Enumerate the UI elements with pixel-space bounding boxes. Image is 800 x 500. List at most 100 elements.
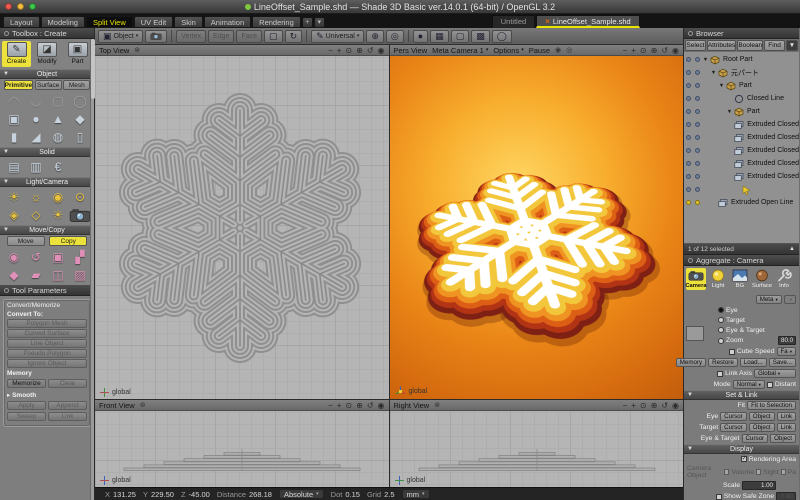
- render-toggle[interactable]: [693, 70, 702, 75]
- target-link-button[interactable]: Link: [777, 423, 796, 432]
- close-tab-icon[interactable]: ×: [545, 17, 550, 26]
- numeric-copy-tool[interactable]: ◆: [3, 266, 25, 284]
- aggregate-tab-bg[interactable]: BG: [730, 268, 750, 290]
- absolute-dropdown[interactable]: Absolute▾: [279, 489, 324, 499]
- workspace-tab-rendering[interactable]: Rendering: [252, 16, 301, 28]
- cylinder-tool[interactable]: ▮: [3, 128, 25, 146]
- viewport-label[interactable]: Front View: [99, 401, 135, 410]
- pan-icon[interactable]: ⊕: [356, 401, 363, 410]
- pivot-tool-button[interactable]: ⊕: [366, 30, 384, 43]
- viewport-label[interactable]: Pers View: [394, 46, 428, 55]
- render-toggle[interactable]: [693, 135, 702, 140]
- tree-row[interactable]: ▼Part: [684, 79, 799, 92]
- visibility-toggle[interactable]: [684, 174, 693, 179]
- workspace-tab-modeling[interactable]: Modeling: [41, 16, 85, 28]
- zoom-value-input[interactable]: 80.0: [778, 336, 796, 345]
- camera-restore-button[interactable]: Restore: [708, 358, 738, 367]
- solid-text-tool[interactable]: €: [47, 158, 69, 176]
- pan-icon[interactable]: ⊕: [651, 401, 658, 410]
- tree-row[interactable]: Closed Line: [684, 92, 799, 105]
- visibility-toggle[interactable]: [684, 57, 693, 62]
- solid-cup-tool[interactable]: ▥: [25, 158, 47, 176]
- visibility-toggle[interactable]: [684, 70, 693, 75]
- tab-menu-button[interactable]: ▾: [314, 17, 325, 28]
- move-copy-copy-button[interactable]: Copy: [49, 236, 87, 246]
- link-axis-checkbox[interactable]: [717, 371, 723, 377]
- distant-checkbox[interactable]: [767, 382, 773, 388]
- cone-tool[interactable]: ▲: [47, 110, 69, 128]
- camera-create-tool[interactable]: [69, 206, 91, 224]
- render-toggle[interactable]: [693, 96, 702, 101]
- tree-row[interactable]: [684, 183, 799, 196]
- polyhedron-tool[interactable]: ◆: [69, 110, 91, 128]
- workspace-tab-animation[interactable]: Animation: [204, 16, 251, 28]
- browser-tab-attributes[interactable]: Attributes: [707, 40, 736, 51]
- orbit-icon[interactable]: ↺: [367, 401, 374, 410]
- disclosure-triangle-icon[interactable]: ▼: [726, 109, 733, 115]
- zoom-out-icon[interactable]: −: [623, 401, 628, 410]
- rounded-box-tool[interactable]: ▯: [69, 128, 91, 146]
- mm-dropdown[interactable]: mm▾: [402, 489, 430, 499]
- area-light-tool[interactable]: ⊙: [69, 188, 91, 206]
- workspace-tab-layout[interactable]: Layout: [3, 16, 40, 28]
- browser-tab-find[interactable]: Find: [764, 40, 785, 51]
- light-camera-section-bar[interactable]: ▼Light/Camera: [0, 177, 94, 187]
- aggregate-tab-info[interactable]: Info: [774, 268, 794, 290]
- radio-button[interactable]: [718, 327, 724, 333]
- eye-target-cursor-button[interactable]: Cursor: [742, 434, 769, 443]
- front-viewport[interactable]: Front View ⊛ −+⊙⊕↺◉ global: [95, 400, 389, 487]
- move-copy-move-button[interactable]: Move: [7, 236, 45, 246]
- rotate-view-button[interactable]: ↻: [285, 30, 303, 43]
- camera-object-volume-checkbox[interactable]: [724, 469, 729, 475]
- render-toggle[interactable]: [693, 161, 702, 166]
- magnify-icon[interactable]: ⊙: [640, 401, 647, 410]
- tree-row[interactable]: ▼Part: [684, 105, 799, 118]
- box-tool[interactable]: ▣: [3, 110, 25, 128]
- cube-speed-dropdown[interactable]: Fa▾: [777, 347, 797, 356]
- viewport-label[interactable]: Right View: [394, 401, 430, 410]
- target-tool-button[interactable]: ◎: [386, 30, 404, 43]
- render-toggle[interactable]: [693, 109, 702, 114]
- show-safe-zone-checkbox[interactable]: [716, 494, 722, 500]
- visibility-toggle[interactable]: [684, 148, 693, 153]
- workspace-tab-skin[interactable]: Skin: [174, 16, 203, 28]
- scale-copy-tool[interactable]: ▣: [47, 248, 69, 266]
- camera-object-sight-checkbox[interactable]: [756, 469, 761, 475]
- orbit-icon[interactable]: ↺: [661, 401, 668, 410]
- options-dropdown[interactable]: Options▾: [493, 46, 523, 55]
- disclosure-triangle-icon[interactable]: ▼: [702, 57, 709, 63]
- visibility-toggle[interactable]: [684, 109, 693, 114]
- render-toggle[interactable]: [693, 148, 702, 153]
- aggregate-tab-camera[interactable]: Camera: [686, 268, 706, 290]
- object-section-bar[interactable]: ▼Object: [0, 69, 94, 79]
- pan-icon[interactable]: ⊕: [651, 46, 658, 55]
- point-light-tool[interactable]: ☀: [3, 188, 25, 206]
- tree-row[interactable]: ▼元パート: [684, 66, 799, 79]
- move-copy-section-bar[interactable]: ▼Move/Copy: [0, 225, 94, 235]
- filter-funnel-icon[interactable]: ▼: [786, 40, 798, 51]
- toolbox-mode-part[interactable]: ▣Part: [63, 41, 92, 67]
- tree-row[interactable]: Extruded Closed: [684, 144, 799, 157]
- eye-target-object-button[interactable]: Object: [770, 434, 796, 443]
- visibility-toggle[interactable]: [684, 135, 693, 140]
- frame-icon[interactable]: ◉: [378, 46, 385, 55]
- right-viewport[interactable]: Right View ⊛ −+⊙⊕↺◉ global: [390, 400, 684, 487]
- wedge-tool[interactable]: ◢: [25, 128, 47, 146]
- random-copy-tool[interactable]: ▨: [69, 266, 91, 284]
- panel-dot-icon[interactable]: [4, 288, 9, 293]
- set-link-section-bar[interactable]: ▼Set & Link: [684, 390, 799, 400]
- tree-row[interactable]: Extruded Closed: [684, 131, 799, 144]
- pause-button[interactable]: Pause: [529, 46, 550, 55]
- shaded-display-button[interactable]: ●: [413, 30, 428, 43]
- render-toggle[interactable]: [693, 57, 702, 62]
- fit-to-selection-button[interactable]: Fit to Selection: [747, 401, 796, 410]
- mode-dropdown[interactable]: Normal▾: [733, 380, 765, 389]
- rendering-area-checkbox[interactable]: [741, 456, 747, 462]
- rotate-copy-tool[interactable]: ↺: [25, 248, 47, 266]
- primitive-tab-primitive[interactable]: Primitive: [4, 80, 33, 90]
- solid-book-tool[interactable]: ▤: [3, 158, 25, 176]
- radio-button[interactable]: [718, 307, 724, 313]
- zoom-in-icon[interactable]: +: [337, 46, 342, 55]
- disclosure-triangle-icon[interactable]: ▼: [718, 83, 725, 89]
- tree-row[interactable]: Extruded Closed: [684, 118, 799, 131]
